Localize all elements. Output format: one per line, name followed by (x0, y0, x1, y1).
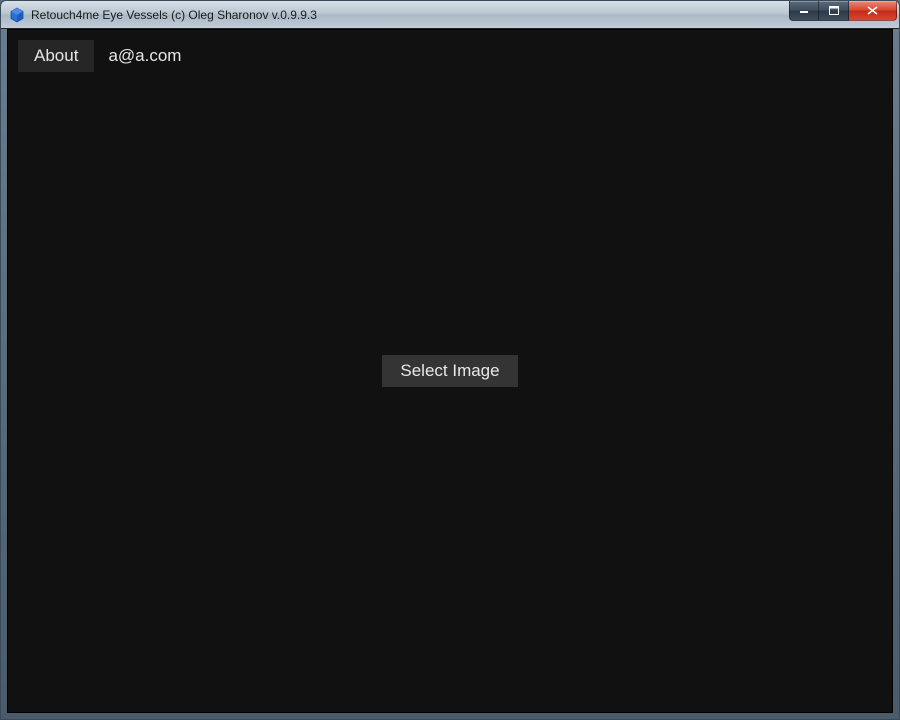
minimize-button[interactable] (789, 1, 819, 21)
window-controls (789, 1, 897, 28)
select-image-button[interactable]: Select Image (382, 355, 517, 387)
about-button[interactable]: About (18, 40, 94, 72)
application-window: Retouch4me Eye Vessels (c) Oleg Sharonov… (0, 0, 900, 720)
close-button[interactable] (849, 1, 897, 21)
maximize-button[interactable] (819, 1, 849, 21)
client-area: About a@a.com Select Image (7, 29, 893, 713)
app-icon (9, 7, 25, 23)
canvas-area: Select Image (8, 30, 892, 712)
top-toolbar: About a@a.com (8, 30, 892, 72)
window-title: Retouch4me Eye Vessels (c) Oleg Sharonov… (31, 8, 789, 22)
user-email: a@a.com (108, 46, 181, 66)
titlebar[interactable]: Retouch4me Eye Vessels (c) Oleg Sharonov… (1, 1, 899, 29)
